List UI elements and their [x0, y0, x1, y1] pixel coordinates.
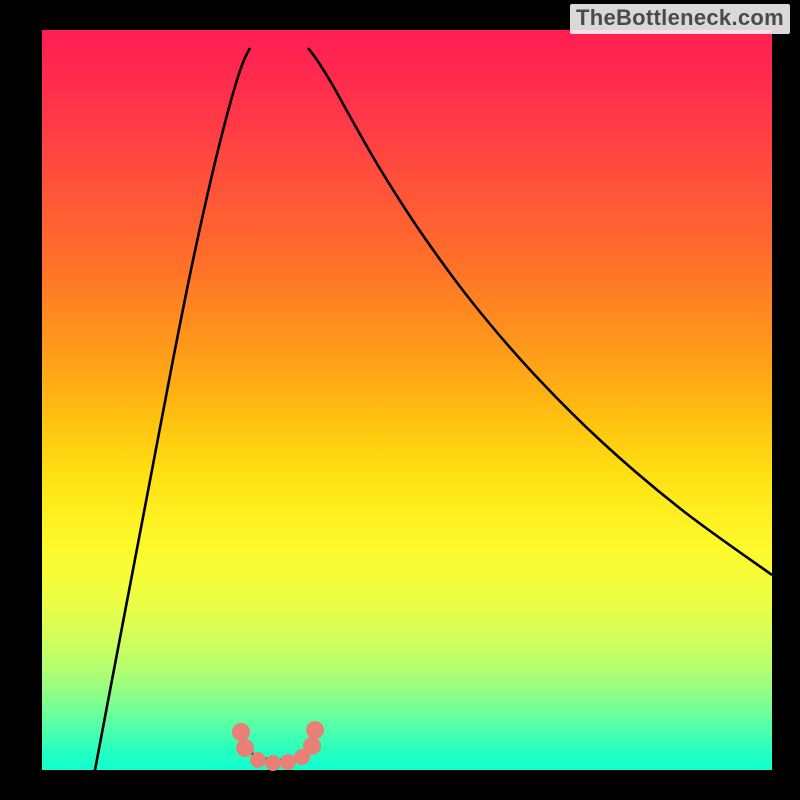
watermark-text: TheBottleneck.com [570, 4, 790, 34]
curve-left [95, 48, 250, 770]
curve-right [308, 48, 772, 575]
highlight-dot [250, 752, 266, 768]
highlight-dot [232, 723, 250, 741]
highlight-dot [303, 737, 321, 755]
chart-frame: TheBottleneck.com [0, 0, 800, 800]
highlight-dot [265, 755, 281, 771]
highlight-dots [232, 721, 324, 771]
highlight-dot [236, 739, 254, 757]
curve-layer [42, 30, 772, 770]
highlight-dot [306, 721, 324, 739]
highlight-dot [280, 754, 296, 770]
